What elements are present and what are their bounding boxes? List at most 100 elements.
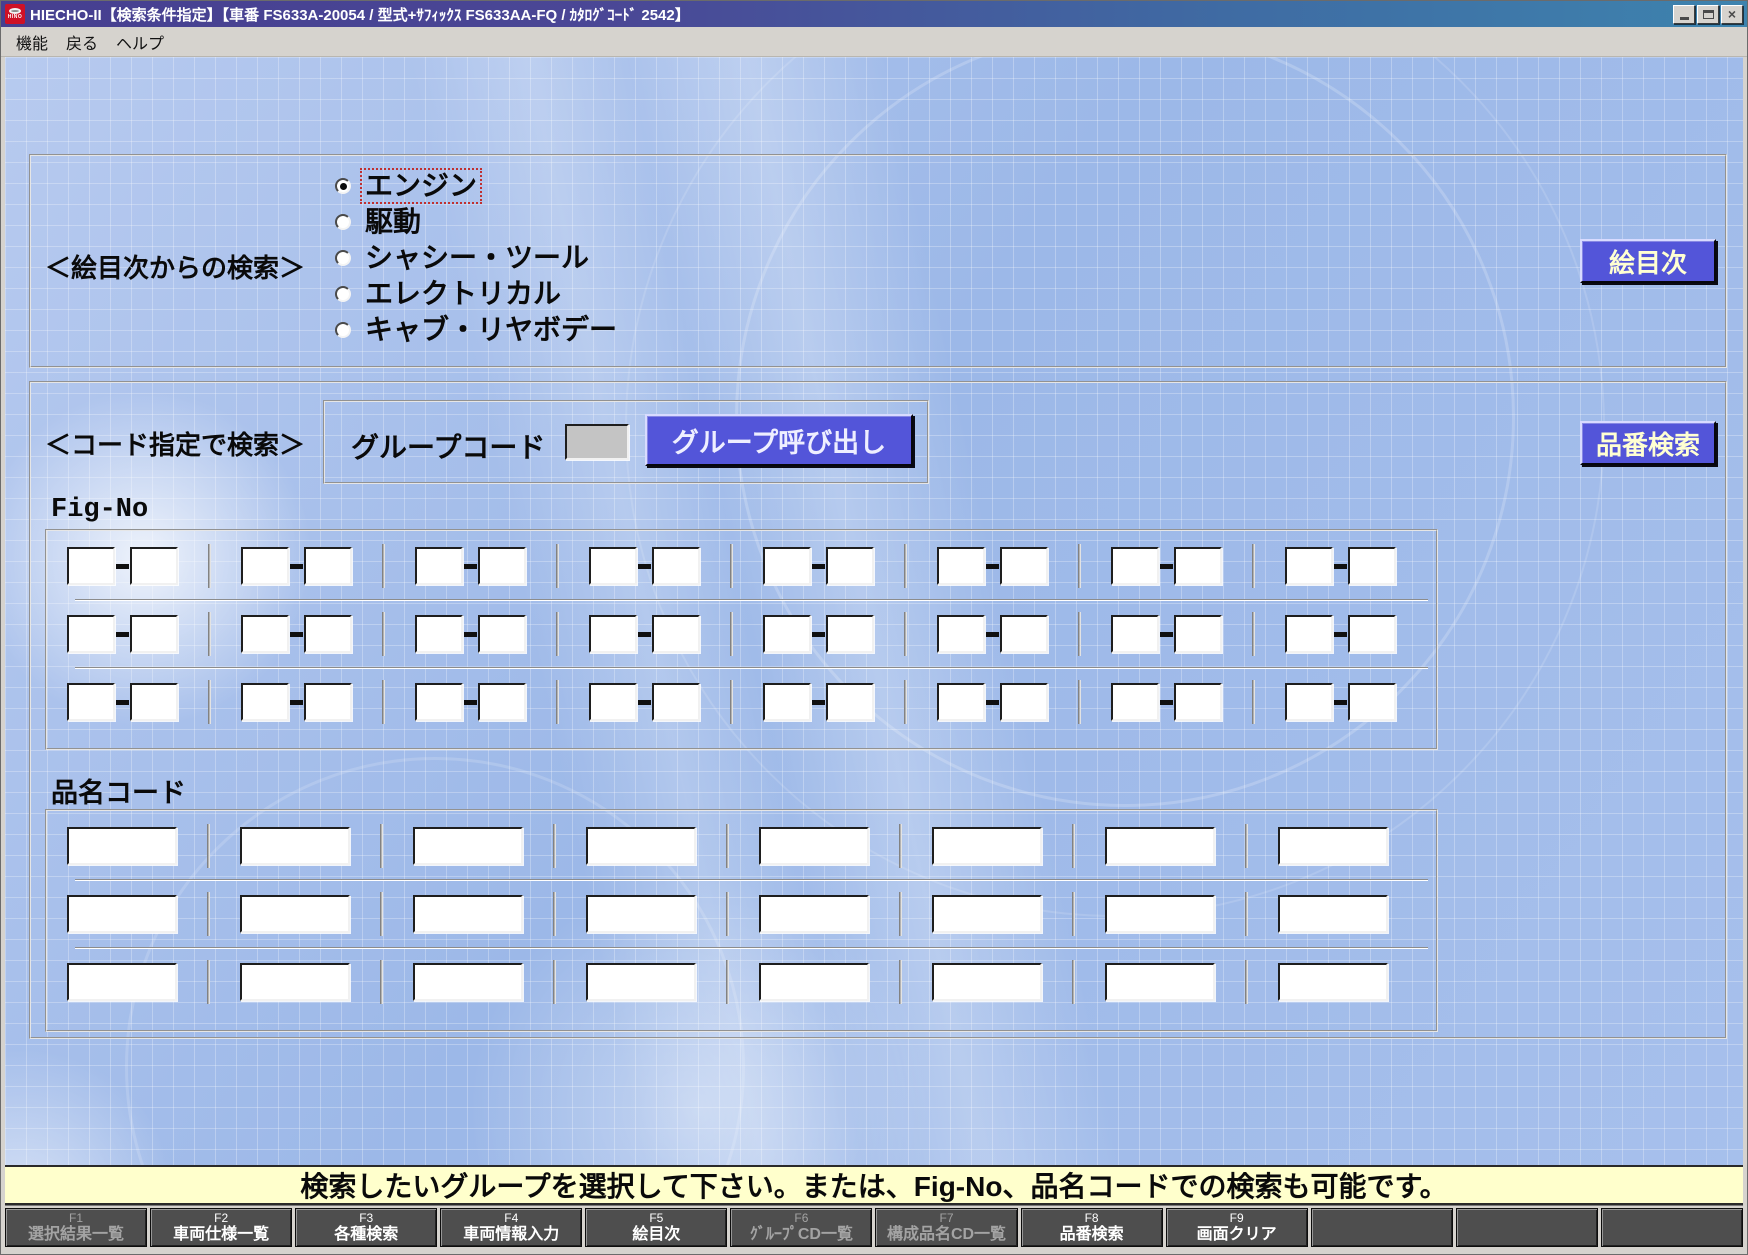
fig-no-input-major[interactable]	[1285, 547, 1333, 585]
function-key-f1[interactable]: F1選択結果一覧	[5, 1208, 147, 1247]
function-key-f7[interactable]: F7構成品名CD一覧	[875, 1208, 1017, 1247]
fig-no-input-major[interactable]	[763, 547, 811, 585]
part-name-code-input[interactable]	[586, 827, 696, 865]
function-key-f8[interactable]: F8品番検索	[1021, 1208, 1163, 1247]
menu-item-1[interactable]: 機能	[7, 27, 57, 57]
part-name-code-input[interactable]	[1278, 895, 1388, 933]
part-name-code-input[interactable]	[1105, 895, 1215, 933]
part-name-code-input[interactable]	[759, 895, 869, 933]
fig-no-input-major[interactable]	[67, 683, 115, 721]
function-key-f4[interactable]: F4車両情報入力	[440, 1208, 582, 1247]
fig-no-input-minor[interactable]	[130, 683, 178, 721]
part-name-code-input[interactable]	[932, 827, 1042, 865]
fig-no-input-major[interactable]	[241, 615, 289, 653]
fig-no-input-minor[interactable]	[652, 547, 700, 585]
menu-item-3[interactable]: ヘルプ	[107, 27, 173, 57]
fig-no-input-minor[interactable]	[478, 615, 526, 653]
radio-option-drive[interactable]: 駆動	[335, 204, 622, 240]
fig-no-input-major[interactable]	[1285, 615, 1333, 653]
fig-no-input-major[interactable]	[67, 615, 115, 653]
part-name-code-input[interactable]	[240, 827, 350, 865]
part-name-code-input[interactable]	[586, 963, 696, 1001]
fig-no-input-major[interactable]	[415, 615, 463, 653]
fig-no-input-major[interactable]	[67, 547, 115, 585]
fig-no-input-minor[interactable]	[478, 683, 526, 721]
pictorial-index-button[interactable]: 絵目次	[1580, 239, 1716, 283]
fig-no-input-major[interactable]	[763, 615, 811, 653]
fig-no-input-major[interactable]	[1111, 615, 1159, 653]
close-button[interactable]: ×	[1721, 5, 1743, 24]
menu-item-2[interactable]: 戻る	[57, 27, 107, 57]
fig-no-input-minor[interactable]	[1000, 615, 1048, 653]
radio-option-engine[interactable]: エンジン	[335, 168, 622, 204]
fig-no-input-major[interactable]	[415, 683, 463, 721]
minimize-button[interactable]	[1673, 5, 1695, 24]
part-name-code-input[interactable]	[67, 827, 177, 865]
fig-no-input-minor[interactable]	[1000, 683, 1048, 721]
part-name-code-input[interactable]	[413, 895, 523, 933]
fig-no-input-minor[interactable]	[304, 547, 352, 585]
fig-no-input-minor[interactable]	[826, 615, 874, 653]
part-name-code-input[interactable]	[932, 963, 1042, 1001]
fig-no-input-minor[interactable]	[826, 547, 874, 585]
part-name-code-input[interactable]	[240, 963, 350, 1001]
part-name-code-input[interactable]	[1105, 963, 1215, 1001]
title-bar[interactable]: HINO HIECHO-II【検索条件指定】【車番 FS633A-20054 /…	[1, 1, 1747, 27]
maximize-button[interactable]	[1697, 5, 1719, 24]
fig-no-input-minor[interactable]	[652, 683, 700, 721]
group-code-input[interactable]	[565, 424, 629, 460]
part-name-code-input[interactable]	[759, 963, 869, 1001]
fig-no-input-major[interactable]	[1111, 547, 1159, 585]
fig-no-input-major[interactable]	[937, 547, 985, 585]
fig-no-input-major[interactable]	[589, 615, 637, 653]
fig-no-input-minor[interactable]	[1000, 547, 1048, 585]
fig-no-input-major[interactable]	[241, 683, 289, 721]
fig-no-input-minor[interactable]	[652, 615, 700, 653]
function-key-f3[interactable]: F3各種検索	[295, 1208, 437, 1247]
fig-no-input-major[interactable]	[241, 547, 289, 585]
fig-no-input-minor[interactable]	[826, 683, 874, 721]
group-call-button[interactable]: グループ呼び出し	[645, 414, 913, 466]
function-key-f5[interactable]: F5絵目次	[585, 1208, 727, 1247]
fig-no-input-major[interactable]	[415, 547, 463, 585]
fig-no-input-minor[interactable]	[1348, 615, 1396, 653]
fig-no-input-major[interactable]	[589, 547, 637, 585]
radio-option-cab-rear-body[interactable]: キャブ・リヤボデー	[335, 312, 622, 348]
part-name-code-input[interactable]	[1105, 827, 1215, 865]
part-name-code-input[interactable]	[586, 895, 696, 933]
part-name-code-input[interactable]	[1278, 827, 1388, 865]
fig-no-input-minor[interactable]	[130, 615, 178, 653]
part-name-code-input[interactable]	[759, 827, 869, 865]
fig-no-input-minor[interactable]	[1348, 547, 1396, 585]
fig-no-input-major[interactable]	[937, 615, 985, 653]
fig-no-input-major[interactable]	[937, 683, 985, 721]
radio-option-electrical[interactable]: エレクトリカル	[335, 276, 622, 312]
fig-no-input-minor[interactable]	[478, 547, 526, 585]
fig-no-input-major[interactable]	[763, 683, 811, 721]
part-name-code-input[interactable]	[240, 895, 350, 933]
fig-no-input-major[interactable]	[1285, 683, 1333, 721]
fig-no-input-minor[interactable]	[1174, 683, 1222, 721]
vertical-separator	[730, 544, 733, 588]
part-number-search-button[interactable]: 品番検索	[1580, 421, 1716, 465]
fig-no-input-minor[interactable]	[1348, 683, 1396, 721]
fig-no-input-major[interactable]	[1111, 683, 1159, 721]
function-key-f6[interactable]: F6ｸﾞﾙｰﾌﾟCD一覧	[730, 1208, 872, 1247]
radio-option-chassis-tool[interactable]: シャシー・ツール	[335, 240, 622, 276]
fig-no-input-major[interactable]	[589, 683, 637, 721]
fig-no-input-minor[interactable]	[304, 615, 352, 653]
fig-no-input-minor[interactable]	[304, 683, 352, 721]
function-key-f9[interactable]: F9画面クリア	[1166, 1208, 1308, 1247]
fig-no-input-minor[interactable]	[1174, 547, 1222, 585]
function-key-f2[interactable]: F2車両仕様一覧	[150, 1208, 292, 1247]
part-name-code-input[interactable]	[413, 827, 523, 865]
part-name-code-input[interactable]	[932, 895, 1042, 933]
part-name-code-input[interactable]	[413, 963, 523, 1001]
part-name-code-input[interactable]	[67, 963, 177, 1001]
fig-no-input-minor[interactable]	[130, 547, 178, 585]
part-name-code-input[interactable]	[1278, 963, 1388, 1001]
fig-no-dash	[986, 632, 999, 637]
function-key-label: 車両情報入力	[463, 1225, 559, 1244]
fig-no-input-minor[interactable]	[1174, 615, 1222, 653]
part-name-code-input[interactable]	[67, 895, 177, 933]
